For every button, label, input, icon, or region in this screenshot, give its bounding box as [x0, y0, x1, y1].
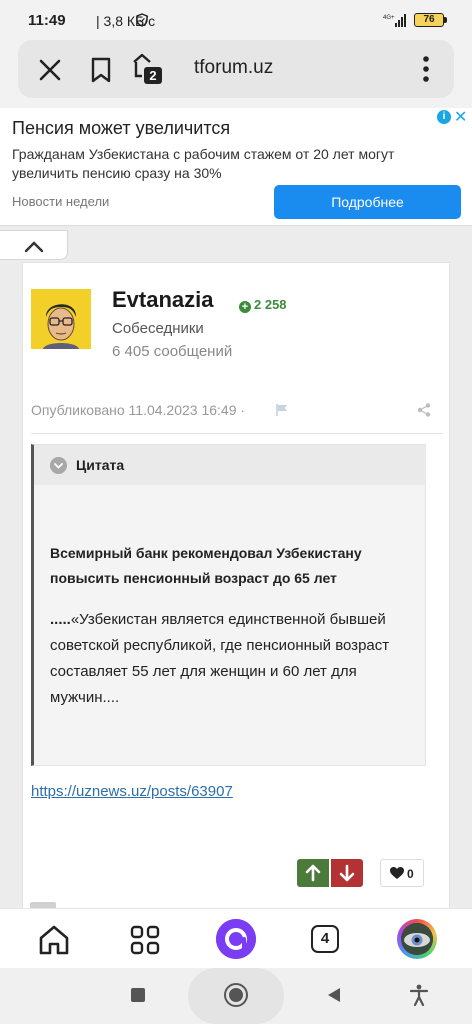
accessibility-icon[interactable] [410, 984, 428, 1006]
reputation-value: 2 258 [254, 297, 287, 312]
status-bar: 11:49 | 3,8 КБ/с 4G+ 76 [0, 0, 472, 40]
upvote-button[interactable] [297, 859, 329, 887]
alice-assistant-button[interactable] [216, 919, 256, 959]
cartoon-avatar-icon [31, 289, 91, 349]
close-icon[interactable] [36, 56, 64, 84]
more-menu-icon[interactable] [416, 54, 436, 84]
chevron-up-icon [24, 241, 44, 253]
reputation-badge: +2 258 [239, 297, 287, 313]
system-home-icon[interactable] [226, 985, 246, 1005]
chevron-down-icon[interactable] [50, 457, 67, 474]
arrow-down-icon [339, 864, 355, 882]
ad-info-icon[interactable]: i [437, 110, 451, 124]
quote-body-text: «Узбекистан является единственной бывшей… [50, 611, 390, 706]
profile-avatar [401, 923, 433, 955]
tabs-count: 2 [149, 68, 156, 83]
ad-title[interactable]: Пенсия может увеличится [12, 118, 230, 139]
collapse-button[interactable] [0, 230, 68, 260]
ad-more-button[interactable]: Подробнее [274, 185, 461, 219]
quote-body: .....«Узбекистан является единственной б… [50, 607, 390, 711]
plus-circle-icon: + [239, 301, 251, 313]
quote-body-prefix: ..... [50, 611, 71, 628]
tabs-count-icon[interactable]: 2 [130, 52, 166, 86]
like-button[interactable]: 0 [380, 859, 424, 887]
battery-indicator: 76 [414, 13, 444, 27]
profile-button[interactable] [397, 919, 437, 959]
quote-block: Цитата Всемирный банк рекомендовал Узбек… [31, 444, 426, 766]
ad-close-icon[interactable]: ✕ [454, 107, 467, 127]
system-nav-bar [0, 968, 472, 1024]
divider [31, 433, 443, 434]
ad-source: Новости недели [12, 194, 110, 209]
recents-icon[interactable] [131, 988, 145, 1002]
flag-icon[interactable] [275, 403, 289, 417]
ad-text[interactable]: Гражданам Узбекистана с рабочим стажем о… [12, 145, 412, 183]
post-date[interactable]: Опубликовано 11.04.2023 16:49 · [31, 402, 245, 418]
post-link[interactable]: https://uznews.uz/posts/63907 [31, 783, 233, 800]
quote-label: Цитата [76, 457, 125, 473]
alice-icon [216, 919, 256, 959]
browser-bottom-nav: 4 [0, 908, 472, 968]
heart-icon [390, 867, 404, 879]
like-count: 0 [407, 867, 414, 881]
user-group: Собеседники [112, 320, 204, 337]
bookmark-icon[interactable] [88, 56, 114, 84]
browser-toolbar: 2 tforum.uz [0, 40, 472, 108]
home-icon[interactable] [37, 924, 71, 956]
forum-post: Evtanazia +2 258 Собеседники 6 405 сообщ… [22, 262, 450, 908]
page-content: Evtanazia +2 258 Собеседники 6 405 сообщ… [0, 226, 472, 908]
status-time: 11:49 [28, 12, 66, 29]
back-icon[interactable] [326, 987, 342, 1003]
signal-icon: 4G+ [383, 14, 406, 27]
tabs-button[interactable]: 4 [311, 925, 339, 953]
share-icon[interactable] [417, 403, 431, 417]
address-bar[interactable]: 2 tforum.uz [18, 40, 454, 98]
avatar[interactable] [31, 289, 91, 349]
services-grid-icon[interactable] [128, 924, 162, 956]
quote-header[interactable]: Цитата [34, 445, 426, 485]
user-posts-count: 6 405 сообщений [112, 343, 233, 360]
username[interactable]: Evtanazia [112, 287, 214, 313]
quote-heading: Всемирный банк рекомендовал Узбекистану … [50, 545, 362, 586]
shield-icon [136, 13, 148, 27]
ad-banner[interactable]: Пенсия может увеличится Гражданам Узбеки… [0, 108, 472, 226]
url-text[interactable]: tforum.uz [194, 57, 273, 79]
downvote-button[interactable] [331, 859, 363, 887]
eye-icon [401, 923, 433, 955]
battery-tip [444, 17, 447, 23]
arrow-up-icon [305, 864, 321, 882]
signal-label: 4G+ [383, 15, 395, 21]
